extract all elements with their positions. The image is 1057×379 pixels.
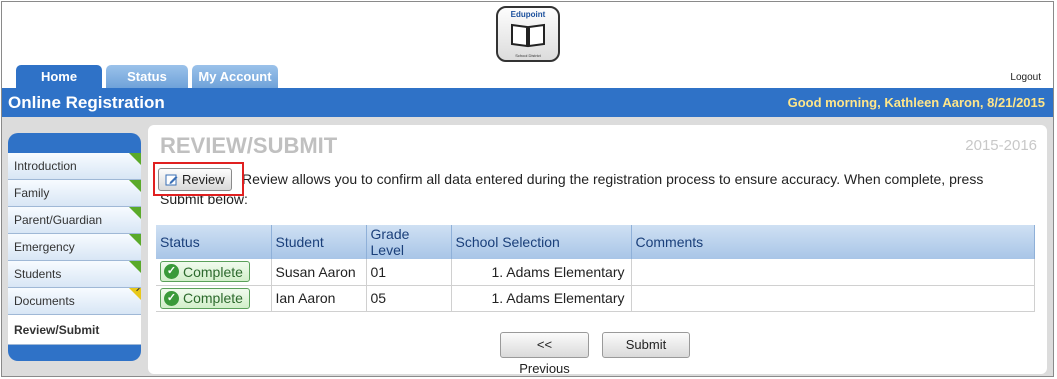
content-panel: REVIEW/SUBMIT 2015-2016 Review allows yo…	[148, 125, 1047, 376]
school-cell: 1. Adams Elementary	[451, 259, 632, 286]
logout-link[interactable]: Logout	[1010, 72, 1041, 83]
checkmark-icon: ✓	[164, 290, 179, 306]
sidebar-item-family[interactable]: Family	[8, 180, 141, 207]
instructions-text: Review allows you to confirm all data en…	[160, 171, 984, 207]
status-cell: ✓ Complete	[156, 259, 272, 286]
column-header-status: Status	[156, 225, 272, 259]
complete-flag-icon	[129, 153, 141, 165]
submit-button[interactable]: Submit	[602, 332, 690, 358]
complete-flag-icon	[129, 234, 141, 246]
table-row: ✓ Complete Ian Aaron 05 1. Adams Element…	[156, 285, 1035, 312]
registration-table: Status Student Grade Level School Select…	[156, 225, 1035, 312]
sidebar-item-introduction[interactable]: Introduction	[8, 153, 141, 180]
complete-flag-icon	[129, 261, 141, 273]
top-header: Edupoint School District Home Status My …	[2, 2, 1053, 88]
student-cell: Susan Aaron	[271, 259, 367, 286]
previous-button[interactable]: << Previous	[500, 332, 589, 376]
tab-home[interactable]: Home	[16, 65, 102, 88]
complete-flag-icon	[129, 180, 141, 192]
school-year: 2015-2016	[965, 137, 1037, 154]
column-header-student: Student	[271, 225, 367, 259]
complete-status-button[interactable]: ✓ Complete	[160, 287, 250, 309]
sidebar-item-documents[interactable]: Documents	[8, 288, 141, 315]
top-tabs: Home Status My Account	[16, 65, 278, 88]
tab-status[interactable]: Status	[106, 65, 188, 88]
edit-pencil-icon	[165, 174, 178, 185]
sidebar-item-label: Review/Submit	[14, 323, 100, 337]
review-button[interactable]: Review	[158, 168, 232, 191]
status-label: Complete	[183, 263, 243, 280]
book-icon	[511, 23, 545, 48]
school-cell: 1. Adams Elementary	[451, 285, 632, 312]
column-header-grade-level: Grade Level	[366, 225, 452, 259]
comments-cell	[631, 259, 1035, 286]
sidebar: Introduction Family Parent/Guardian Emer…	[8, 133, 141, 361]
edupoint-logo: Edupoint School District	[496, 6, 560, 62]
body-area: Introduction Family Parent/Guardian Emer…	[2, 117, 1053, 376]
grade-cell: 01	[366, 259, 452, 286]
complete-flag-icon	[129, 207, 141, 219]
status-cell: ✓ Complete	[156, 285, 272, 312]
sidebar-item-review-submit[interactable]: Review/Submit	[8, 315, 141, 345]
sidebar-item-label: Emergency	[14, 240, 75, 254]
sidebar-item-label: Students	[14, 267, 62, 281]
page-title: Online Registration	[8, 93, 165, 112]
sidebar-item-label: Family	[14, 186, 50, 200]
column-header-school-selection: School Selection	[451, 225, 632, 259]
sidebar-item-label: Introduction	[14, 159, 77, 173]
student-cell: Ian Aaron	[271, 285, 367, 312]
complete-status-button[interactable]: ✓ Complete	[160, 261, 250, 283]
sidebar-item-parent-guardian[interactable]: Parent/Guardian	[8, 207, 141, 234]
status-label: Complete	[183, 290, 243, 306]
table-header-row: Status Student Grade Level School Select…	[156, 225, 1035, 259]
grade-cell: 05	[366, 285, 452, 312]
greeting-text: Good morning, Kathleen Aaron, 8/21/2015	[787, 95, 1045, 110]
title-bar: Online Registration Good morning, Kathle…	[2, 88, 1053, 117]
table-row: ✓ Complete Susan Aaron 01 1. Adams Eleme…	[156, 259, 1035, 286]
sidebar-item-label: Parent/Guardian	[14, 213, 103, 227]
sidebar-item-label: Documents	[14, 294, 75, 308]
tab-my-account[interactable]: My Account	[192, 65, 278, 88]
incomplete-flag-icon	[129, 288, 141, 300]
column-header-comments: Comments	[631, 225, 1035, 259]
sidebar-item-students[interactable]: Students	[8, 261, 141, 288]
review-button-label: Review	[182, 172, 225, 187]
comments-cell	[631, 285, 1035, 312]
app-window: Edupoint School District Home Status My …	[1, 1, 1054, 377]
checkmark-icon: ✓	[164, 264, 179, 280]
sidebar-item-emergency[interactable]: Emergency	[8, 234, 141, 261]
section-heading: REVIEW/SUBMIT	[160, 133, 338, 158]
logo-subtitle: School District	[515, 53, 541, 58]
logo-text: Edupoint	[510, 10, 546, 19]
